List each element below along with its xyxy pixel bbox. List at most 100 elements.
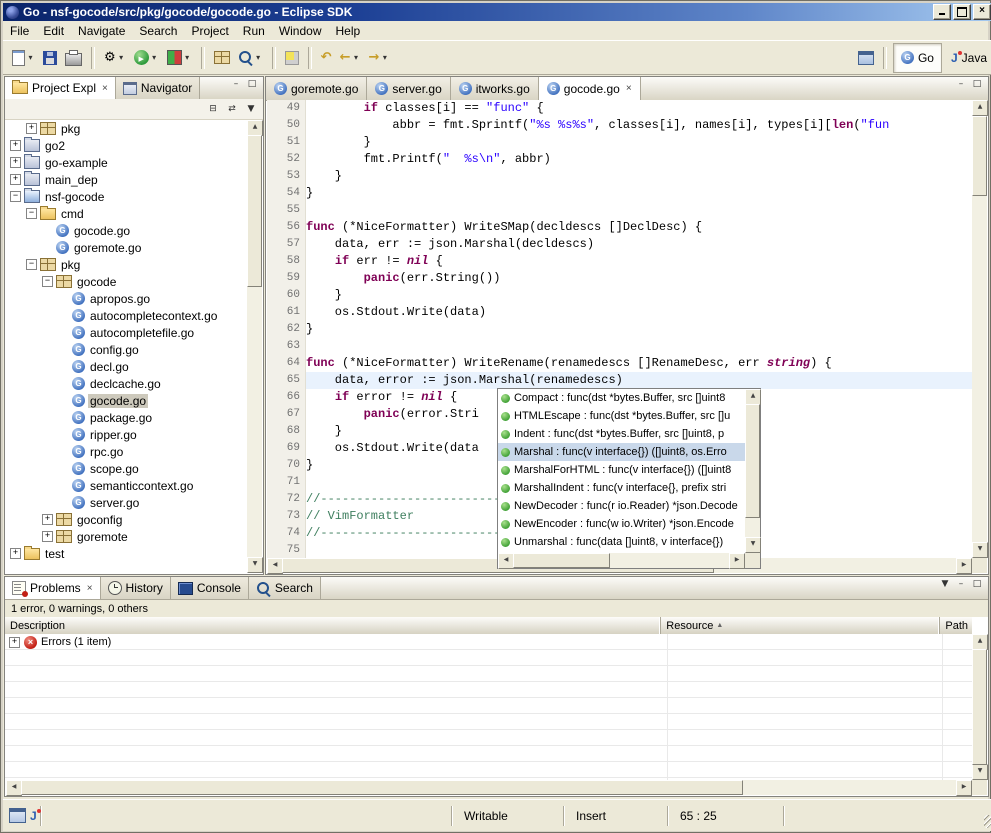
autocomplete-item[interactable]: MarshalIndent : func(v interface{}, pref… bbox=[498, 479, 745, 497]
scroll-down-button[interactable]: ▼ bbox=[972, 764, 988, 780]
line-number[interactable]: 50 bbox=[267, 117, 306, 134]
forward-button[interactable]: →▾ bbox=[365, 46, 392, 70]
popup-horizontal-scrollbar[interactable]: ◀ ▶ bbox=[498, 553, 745, 568]
chevron-down-icon[interactable]: ▾ bbox=[351, 53, 360, 62]
close-tab-icon[interactable]: × bbox=[100, 83, 108, 94]
menu-file[interactable]: File bbox=[3, 22, 36, 40]
java-perspective-button[interactable]: JJava bbox=[944, 44, 991, 72]
java-fast-view-icon[interactable]: J bbox=[30, 809, 37, 823]
code-line-text[interactable]: } bbox=[306, 287, 972, 304]
code-line-text[interactable]: panic(err.String()) bbox=[306, 270, 972, 287]
tree-item-semanticcontext.go[interactable]: semanticcontext.go bbox=[6, 477, 247, 494]
tab-history[interactable]: History bbox=[101, 577, 171, 599]
tree-item-autocompletefile.go[interactable]: autocompletefile.go bbox=[6, 324, 247, 341]
coverage-button[interactable]: ▾ bbox=[164, 46, 195, 70]
scroll-down-button[interactable]: ▼ bbox=[972, 542, 988, 558]
minimize-view-button[interactable]: – bbox=[228, 77, 244, 92]
line-number[interactable]: 51 bbox=[267, 134, 306, 151]
expand-icon[interactable]: + bbox=[42, 514, 53, 525]
tab-navigator[interactable]: Navigator bbox=[116, 77, 200, 99]
code-line-text[interactable]: } bbox=[306, 168, 972, 185]
line-number[interactable]: 58 bbox=[267, 253, 306, 270]
problems-horizontal-scrollbar[interactable]: ◀ ▶ bbox=[6, 780, 972, 795]
problems-row-errors[interactable]: + Errors (1 item) bbox=[5, 634, 973, 650]
line-number[interactable]: 71 bbox=[267, 474, 306, 491]
scrollbar-thumb[interactable] bbox=[513, 553, 610, 568]
expand-icon[interactable]: + bbox=[26, 123, 37, 134]
minimize-editor-button[interactable]: – bbox=[953, 77, 969, 92]
scrollbar-thumb[interactable] bbox=[247, 135, 262, 287]
scrollbar-thumb[interactable] bbox=[972, 116, 987, 196]
mark-occurrences-button[interactable] bbox=[282, 46, 302, 70]
menu-run[interactable]: Run bbox=[236, 22, 272, 40]
line-number[interactable]: 74 bbox=[267, 525, 306, 542]
scroll-left-button[interactable]: ◀ bbox=[498, 553, 514, 569]
code-line-text[interactable]: abbr = fmt.Sprintf("%s %s%s", classes[i]… bbox=[306, 117, 972, 134]
tree-item-package.go[interactable]: package.go bbox=[6, 409, 247, 426]
chevron-down-icon[interactable]: ▾ bbox=[150, 53, 159, 62]
autocomplete-item[interactable]: Indent : func(dst *bytes.Buffer, src []u… bbox=[498, 425, 745, 443]
new-button[interactable]: ▾ bbox=[9, 46, 38, 70]
scrollbar-thumb[interactable] bbox=[745, 404, 760, 518]
scroll-right-button[interactable]: ▶ bbox=[729, 553, 745, 569]
code-line-text[interactable] bbox=[306, 338, 972, 355]
expand-icon[interactable]: + bbox=[10, 548, 21, 559]
expand-icon[interactable]: + bbox=[10, 157, 21, 168]
code-line-text[interactable]: if err != nil { bbox=[306, 253, 972, 270]
editor-tab-gocode.go[interactable]: gocode.go× bbox=[539, 77, 641, 100]
minimize-window-button[interactable] bbox=[933, 4, 951, 20]
maximize-editor-button[interactable]: □ bbox=[969, 77, 985, 92]
maximize-window-button[interactable] bbox=[953, 4, 971, 20]
tree-item-scope.go[interactable]: scope.go bbox=[6, 460, 247, 477]
maximize-view-button[interactable]: □ bbox=[969, 577, 985, 592]
tree-item-gocode[interactable]: −gocode bbox=[6, 273, 247, 290]
view-menu-button[interactable]: ▼ bbox=[243, 102, 259, 117]
autocomplete-item[interactable]: Unmarshal : func(data []uint8, v interfa… bbox=[498, 533, 745, 551]
tree-item-config.go[interactable]: config.go bbox=[6, 341, 247, 358]
tree-item-goconfig[interactable]: +goconfig bbox=[6, 511, 247, 528]
tab-console[interactable]: Console bbox=[171, 577, 249, 599]
menu-navigate[interactable]: Navigate bbox=[71, 22, 132, 40]
tree-item-go2[interactable]: +go2 bbox=[6, 137, 247, 154]
tree-item-cmd[interactable]: −cmd bbox=[6, 205, 247, 222]
chevron-down-icon[interactable]: ▾ bbox=[380, 53, 389, 62]
collapse-all-button[interactable]: ⊟ bbox=[205, 102, 221, 117]
line-number[interactable]: 54 bbox=[267, 185, 306, 202]
autocomplete-item[interactable]: HTMLEscape : func(dst *bytes.Buffer, src… bbox=[498, 407, 745, 425]
chevron-down-icon[interactable]: ▾ bbox=[117, 53, 126, 62]
code-line-text[interactable]: } bbox=[306, 321, 972, 338]
tree-item-gocode.go[interactable]: gocode.go bbox=[6, 392, 247, 409]
line-number[interactable]: 61 bbox=[267, 304, 306, 321]
scroll-down-button[interactable]: ▼ bbox=[247, 557, 263, 573]
line-number[interactable]: 63 bbox=[267, 338, 306, 355]
code-line-text[interactable]: data, err := json.Marshal(decldescs) bbox=[306, 236, 972, 253]
expand-icon[interactable]: + bbox=[10, 140, 21, 151]
menu-search[interactable]: Search bbox=[132, 22, 184, 40]
close-tab-icon[interactable]: × bbox=[85, 583, 93, 594]
go-perspective-button[interactable]: Go bbox=[893, 43, 942, 73]
scroll-down-button[interactable]: ▼ bbox=[745, 537, 761, 553]
collapse-icon[interactable]: − bbox=[26, 259, 37, 270]
code-line-text[interactable]: fmt.Printf(" %s\n", abbr) bbox=[306, 151, 972, 168]
title-bar[interactable]: Go - nsf-gocode/src/pkg/gocode/gocode.go… bbox=[3, 3, 991, 21]
line-number[interactable]: 57 bbox=[267, 236, 306, 253]
column-path[interactable]: Path bbox=[940, 617, 973, 634]
line-number[interactable]: 55 bbox=[267, 202, 306, 219]
scroll-up-button[interactable]: ▲ bbox=[972, 100, 988, 116]
tree-scrollbar[interactable]: ▲ ▼ bbox=[247, 120, 262, 573]
tree-item-nsf-gocode[interactable]: −nsf-gocode bbox=[6, 188, 247, 205]
line-number[interactable]: 72 bbox=[267, 491, 306, 508]
expand-icon[interactable]: + bbox=[9, 637, 20, 648]
autocomplete-item[interactable]: MarshalForHTML : func(v interface{}) ([]… bbox=[498, 461, 745, 479]
search-button[interactable]: ▾ bbox=[235, 46, 266, 70]
code-line-text[interactable]: func (*NiceFormatter) WriteSMap(decldesc… bbox=[306, 219, 972, 236]
tree-item-test[interactable]: +test bbox=[6, 545, 247, 562]
tree-item-pkg[interactable]: +pkg bbox=[6, 120, 247, 137]
editor-tab-server.go[interactable]: server.go bbox=[367, 77, 450, 100]
column-description[interactable]: Description bbox=[5, 617, 661, 634]
scroll-up-button[interactable]: ▲ bbox=[745, 389, 761, 405]
line-number[interactable]: 59 bbox=[267, 270, 306, 287]
scroll-left-button[interactable]: ◀ bbox=[6, 780, 22, 796]
tree-item-main_dep[interactable]: +main_dep bbox=[6, 171, 247, 188]
line-number[interactable]: 65 bbox=[267, 372, 306, 389]
